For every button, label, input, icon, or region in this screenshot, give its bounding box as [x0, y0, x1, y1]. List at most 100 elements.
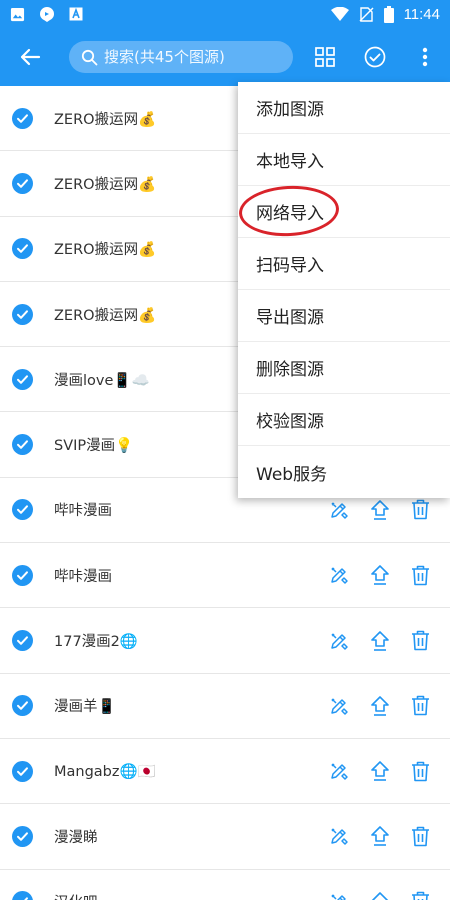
source-name: 哔咔漫画	[54, 503, 112, 520]
edit-button[interactable]	[318, 686, 359, 726]
delete-button[interactable]	[400, 816, 441, 856]
status-bar: 11:44	[0, 0, 450, 28]
grid-view-button[interactable]	[300, 28, 350, 86]
delete-button[interactable]	[400, 621, 441, 661]
check-icon	[17, 113, 28, 123]
upload-icon	[370, 500, 389, 520]
back-button[interactable]	[0, 28, 60, 86]
edit-icon	[330, 828, 348, 846]
delete-button[interactable]	[400, 882, 441, 900]
source-name: 漫漫睇	[54, 829, 98, 846]
source-checkbox[interactable]	[12, 434, 33, 456]
menu-item-local-import[interactable]: 本地导入	[238, 134, 450, 186]
menu-item-delete-sources[interactable]: 删除图源	[238, 342, 450, 394]
edit-button[interactable]	[318, 751, 359, 791]
edit-icon	[330, 894, 346, 900]
source-name: Mangabz🌐🇯🇵	[54, 763, 156, 780]
source-checkbox[interactable]	[12, 238, 33, 260]
more-vert-icon	[422, 47, 428, 67]
delete-icon	[412, 500, 429, 520]
source-checkbox[interactable]	[12, 891, 33, 900]
menu-item-scan-import[interactable]: 扫码导入	[238, 238, 450, 290]
check-icon	[17, 701, 28, 711]
source-checkbox[interactable]	[12, 564, 33, 586]
source-checkbox[interactable]	[12, 695, 33, 717]
edit-icon	[330, 763, 348, 780]
battery-icon	[383, 5, 394, 23]
font-a-icon	[69, 7, 83, 21]
check-icon	[17, 766, 28, 776]
source-checkbox[interactable]	[12, 172, 33, 194]
menu-item-web-service[interactable]: Web服务	[238, 446, 450, 498]
delete-button[interactable]	[400, 686, 441, 726]
search-box[interactable]	[69, 41, 293, 73]
check-icon	[17, 505, 28, 515]
menu-item-add-source[interactable]: 添加图源	[238, 82, 450, 134]
edit-button[interactable]	[318, 555, 359, 595]
upload-icon	[370, 565, 389, 586]
upload-button[interactable]	[359, 686, 400, 726]
source-checkbox[interactable]	[12, 499, 33, 521]
check-icon	[17, 179, 28, 188]
upload-button[interactable]	[359, 882, 400, 900]
source-checkbox[interactable]	[12, 368, 33, 390]
upload-icon	[370, 696, 389, 716]
source-checkbox[interactable]	[12, 825, 33, 847]
source-name: ZERO搬运网💰	[54, 176, 157, 193]
check-icon	[17, 440, 28, 449]
source-row[interactable]: Mangabz🌐🇯🇵	[0, 739, 450, 805]
source-checkbox[interactable]	[12, 760, 33, 782]
delete-icon	[412, 826, 429, 847]
search-icon	[81, 49, 98, 65]
delete-button[interactable]	[400, 751, 441, 791]
overflow-menu: 添加图源 本地导入 网络导入 扫码导入 导出图源 删除图源 校验图源 Web服务	[238, 82, 450, 498]
status-time: 11:44	[403, 5, 440, 23]
edit-button[interactable]	[318, 882, 359, 900]
image-icon	[10, 7, 25, 21]
upload-icon	[370, 630, 389, 651]
check-icon	[17, 832, 28, 841]
arrow-left-icon	[20, 48, 41, 66]
edit-icon	[330, 502, 348, 519]
upload-button[interactable]	[359, 751, 400, 791]
source-row[interactable]: 漫漫睇	[0, 804, 450, 870]
wifi-icon	[330, 6, 349, 21]
source-checkbox[interactable]	[12, 630, 33, 652]
search-input[interactable]	[104, 48, 284, 66]
source-row[interactable]: 汉化吧	[0, 870, 450, 900]
delete-icon	[412, 891, 429, 900]
delete-button[interactable]	[400, 555, 441, 595]
source-row[interactable]: 漫画羊📱	[0, 674, 450, 739]
menu-item-network-import[interactable]: 网络导入	[238, 186, 450, 238]
source-row[interactable]: 哔咔漫画	[0, 543, 450, 609]
check-icon	[24, 897, 28, 900]
source-name: ZERO搬运网💰	[54, 307, 157, 324]
app-bar	[0, 28, 450, 86]
delete-icon	[412, 696, 429, 716]
source-checkbox[interactable]	[12, 303, 33, 325]
source-name: SVIP漫画💡	[54, 438, 134, 455]
menu-item-verify-sources[interactable]: 校验图源	[238, 394, 450, 446]
source-name: 哔咔漫画	[54, 568, 112, 585]
grid-icon	[315, 47, 335, 67]
more-options-button[interactable]	[400, 28, 450, 86]
check-icon	[17, 571, 28, 580]
edit-button[interactable]	[318, 816, 359, 856]
check-icon	[17, 244, 28, 254]
source-row[interactable]: 177漫画2🌐	[0, 608, 450, 674]
upload-button[interactable]	[359, 621, 400, 661]
edit-icon	[330, 698, 348, 715]
delete-icon	[412, 565, 429, 586]
source-name: 177漫画2🌐	[54, 634, 138, 651]
select-all-button[interactable]	[350, 28, 400, 86]
source-checkbox[interactable]	[12, 107, 33, 129]
edit-button[interactable]	[318, 621, 359, 661]
bubble-icon	[40, 7, 54, 22]
upload-button[interactable]	[359, 555, 400, 595]
source-name: 汉化吧	[54, 891, 98, 900]
check-circle-icon	[364, 46, 386, 68]
upload-button[interactable]	[359, 816, 400, 856]
upload-icon	[370, 826, 389, 847]
upload-icon	[370, 761, 389, 781]
menu-item-export-sources[interactable]: 导出图源	[238, 290, 450, 342]
